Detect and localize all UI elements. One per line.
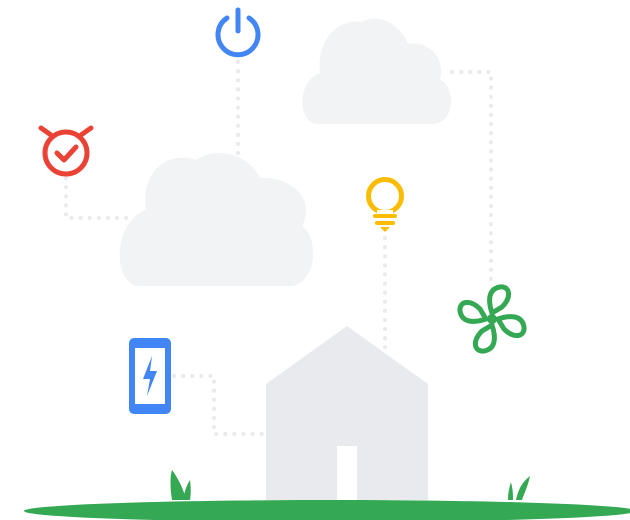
alarm-clock-icon (38, 125, 94, 177)
phone-charging-icon (129, 338, 171, 414)
light-bulb-icon (366, 177, 404, 232)
grass-left (170, 470, 191, 500)
ground (24, 500, 630, 520)
cloud-top-right (302, 18, 452, 124)
power-icon (215, 7, 261, 58)
smart-home-illustration (24, 7, 630, 520)
cloud-center (119, 153, 314, 286)
house (266, 326, 428, 500)
fan-icon (457, 284, 527, 354)
connector-alarm (64, 176, 130, 220)
grass-right (508, 476, 530, 500)
house-door (337, 446, 357, 500)
connector-phone (172, 374, 264, 436)
connector-fan (450, 70, 493, 284)
